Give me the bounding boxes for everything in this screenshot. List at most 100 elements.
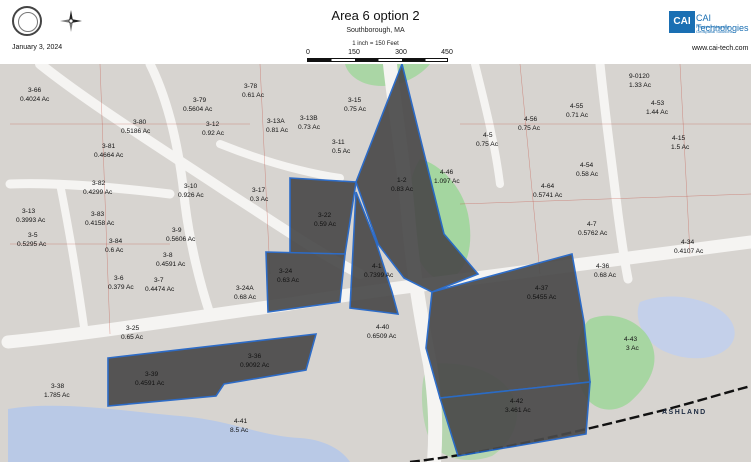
scale-tick-label: 300 xyxy=(395,49,407,56)
parcel-label: 1.785 Ac xyxy=(44,392,70,399)
parcel-label: 0.4299 Ac xyxy=(83,189,113,196)
parcel-label: 3-36 xyxy=(248,353,262,360)
parcel-label: 4-5 xyxy=(483,132,493,139)
parcel-label: 0.63 Ac xyxy=(277,277,300,284)
parcel-label: 3-15 xyxy=(348,97,362,104)
parcel-label: 1-2 xyxy=(397,177,407,184)
parcel-label: 0.68 Ac xyxy=(594,272,617,279)
parcel-label: 0.4158 Ac xyxy=(85,220,115,227)
parcel-label: 0.68 Ac xyxy=(234,294,257,301)
parcel-label: 3-12 xyxy=(206,121,220,128)
parcel-label: 3-17 xyxy=(252,187,266,194)
parcel-label: 3-84 xyxy=(109,238,123,245)
parcel-label: 3-13A xyxy=(267,118,285,125)
parcel-label: 0.926 Ac xyxy=(178,192,204,199)
parcel-label: 3-78 xyxy=(244,83,258,90)
parcel-label: 0.5 Ac xyxy=(332,148,351,155)
cai-logo-tagline: Precision Mapping. Geospatial Solutions. xyxy=(696,24,734,34)
parcel-label: 3-80 xyxy=(133,119,147,126)
parcel-label: 4-42 xyxy=(510,398,524,405)
parcel-area: 0.4024 Ac xyxy=(20,96,50,103)
parcel-label: 0.4664 Ac xyxy=(94,152,124,159)
parcel-label: 4-34 xyxy=(681,239,695,246)
parcel-label: 0.379 Ac xyxy=(108,284,134,291)
parcel-label: 4-54 xyxy=(580,162,594,169)
parcel-label: 3-11 xyxy=(332,139,345,146)
parcel-label: 3-39 xyxy=(145,371,159,378)
scale-bar xyxy=(307,58,448,62)
map-date: January 3, 2024 xyxy=(12,44,63,51)
scale-ratio: 1 inch = 150 Feet xyxy=(352,41,399,47)
parcel-label: 1.5 Ac xyxy=(671,144,690,151)
map-title: Area 6 option 2 xyxy=(331,8,420,23)
parcel-label: 0.5606 Ac xyxy=(166,236,196,243)
scale-tick-label: 0 xyxy=(306,49,310,56)
parcel-label: 0.7399 Ac xyxy=(364,272,394,279)
parcel-label: 3-79 xyxy=(193,97,207,104)
parcel-label: 4-1 xyxy=(372,263,382,270)
parcel-label: 9-0120 xyxy=(629,73,650,80)
parcel-label: 0.3993 Ac xyxy=(16,217,46,224)
parcel-label: 0.5604 Ac xyxy=(183,106,213,113)
parcel-label: 0.58 Ac xyxy=(576,171,599,178)
parcel-label: 0.83 Ac xyxy=(391,186,414,193)
parcel-label: 0.5455 Ac xyxy=(527,294,557,301)
parcel-label: 3-10 xyxy=(184,183,198,190)
parcel-label: 3-82 xyxy=(92,180,106,187)
parcel-label: 4-36 xyxy=(596,263,610,270)
parcel-label: 0.92 Ac xyxy=(202,130,225,137)
parcel-label: 3.461 Ac xyxy=(505,407,531,414)
parcel-label: 1.44 Ac xyxy=(646,109,669,116)
parcel-label: 3-25 xyxy=(126,325,140,332)
parcel-label: 1.33 Ac xyxy=(629,82,652,89)
map-subtitle: Southborough, MA xyxy=(346,27,405,34)
parcel-label: 3-66 xyxy=(28,87,42,94)
parcel-label: 0.73 Ac xyxy=(298,124,321,131)
cai-logo: CAI CAI Technologies Precision Mapping. … xyxy=(669,11,749,34)
cai-logo-mark: CAI xyxy=(669,11,695,33)
parcel-label: 4-53 xyxy=(651,100,665,107)
parcel-label: 3-7 xyxy=(154,277,164,284)
map-header: Area 6 option 2 Southborough, MA 1 inch … xyxy=(0,0,751,64)
parcel-label: 0.71 Ac xyxy=(566,112,589,119)
parcel-label: 0.81 Ac xyxy=(266,127,289,134)
parcel-label: 4-56 xyxy=(524,116,538,123)
parcel-label: 3-13 xyxy=(22,208,36,215)
parcel-label: 3-13B xyxy=(300,115,318,122)
parcel-label: 3-8 xyxy=(163,252,173,259)
parcel-label: 0.6509 Ac xyxy=(367,333,397,340)
parcel-label: 0.6 Ac xyxy=(105,247,124,254)
parcel-label: 0.5762 Ac xyxy=(578,230,608,237)
company-website: www.cai-tech.com xyxy=(692,45,749,52)
parcel-label: 3 Ac xyxy=(626,345,640,352)
scale-tick-label: 150 xyxy=(348,49,360,56)
parcel-label: 3-6 xyxy=(114,275,124,282)
parcel-label: 4-37 xyxy=(535,285,549,292)
parcel-label: 4-40 xyxy=(376,324,390,331)
scale-tick-label: 450 xyxy=(441,49,453,56)
parcel-label: 0.75 Ac xyxy=(476,141,499,148)
parcel-label: 3-22 xyxy=(318,212,332,219)
parcel-label: 0.4474 Ac xyxy=(145,286,175,293)
parcel-label: 0.5295 Ac xyxy=(17,241,47,248)
parcel-label: 0.4107 Ac xyxy=(674,248,704,255)
parcel-label: 0.65 Ac xyxy=(121,334,144,341)
parcel-label: 0.75 Ac xyxy=(518,125,541,132)
parcel-label: 3-38 xyxy=(51,383,65,390)
parcel-label: 4-7 xyxy=(587,221,597,228)
parcel-label: 0.75 Ac xyxy=(344,106,367,113)
parcel-label: 0.5186 Ac xyxy=(121,128,151,135)
parcel-map[interactable]: 3-66 0.4024 Ac 3-79 0.5604 Ac 3-78 0.61 … xyxy=(0,64,751,462)
parcel-label: 4-15 xyxy=(672,135,686,142)
parcel-label: 0.61 Ac xyxy=(242,92,265,99)
parcel-label: 0.5741 Ac xyxy=(533,192,563,199)
parcel-label: 4-55 xyxy=(570,103,584,110)
parcel-label: 1.097 Ac xyxy=(434,178,460,185)
parcel-label: 0.4591 Ac xyxy=(156,261,186,268)
parcel-label: 3-24 xyxy=(279,268,293,275)
parcel-label: 4-41 xyxy=(234,418,248,425)
parcel-label: 4-43 xyxy=(624,336,638,343)
parcel-label: 3-83 xyxy=(91,211,105,218)
town-label-ashland: ASHLAND xyxy=(662,409,707,416)
parcel-label: 8.5 Ac xyxy=(230,427,249,434)
